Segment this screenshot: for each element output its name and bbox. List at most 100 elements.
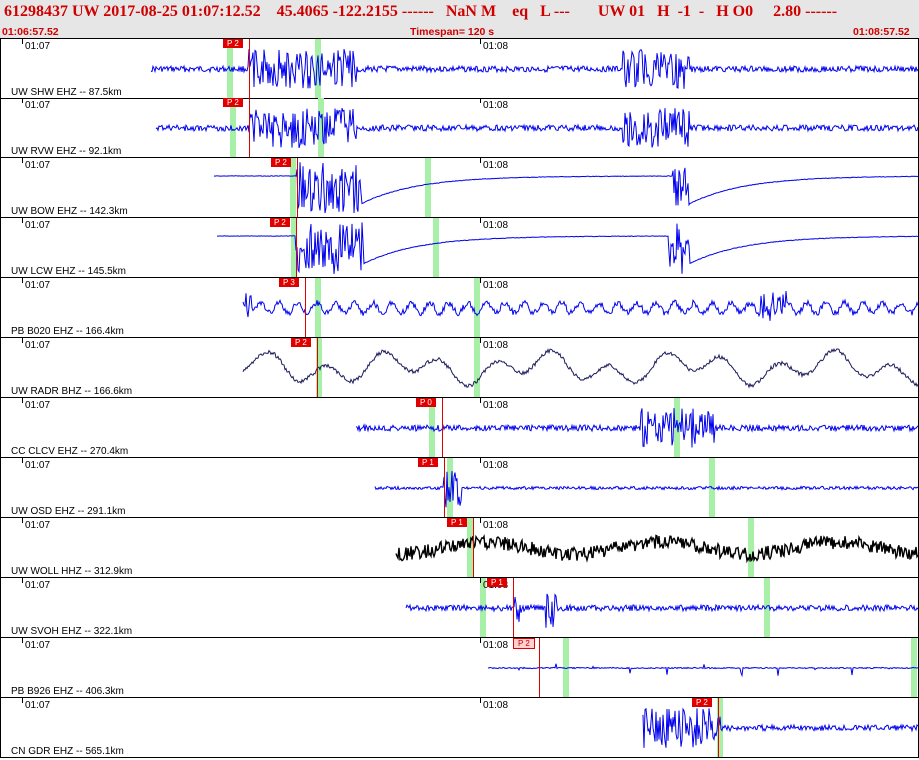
time-tick-mark <box>22 278 23 283</box>
time-tick-label: 01:08 <box>483 700 509 711</box>
waveform <box>213 162 918 214</box>
trace-panel[interactable]: 01:07 01:08 P 2 CN GDR EHZ -- 565.1km <box>0 698 919 758</box>
time-tick-label: 01:07 <box>25 100 51 111</box>
time-tick-mark <box>480 518 481 523</box>
time-tick-mark <box>22 338 23 343</box>
phase-pick-flag[interactable]: P 3 <box>279 278 299 287</box>
time-tick-label: 01:08 <box>483 340 509 351</box>
station-label: PB B020 EHZ -- 166.4km <box>11 326 124 337</box>
time-tick-mark <box>22 98 23 103</box>
phase-pick-line[interactable] <box>249 39 250 98</box>
start-time: 01:06:57.52 <box>2 26 59 38</box>
trace-panel[interactable]: 01:07 01:08 P 3 PB B020 EHZ -- 166.4km <box>0 278 919 338</box>
phase-pick-line[interactable] <box>473 518 474 577</box>
trace-panel[interactable]: 01:07 01:08 P 1 UW WOLL HHZ -- 312.9km <box>0 518 919 578</box>
waveform <box>405 593 918 628</box>
station-label: UW RVW EHZ -- 92.1km <box>11 146 122 157</box>
phase-pick-flag[interactable]: P 2 <box>692 698 712 707</box>
waveform-line <box>487 663 918 678</box>
time-tick-mark <box>480 98 481 103</box>
waveform-line <box>213 162 918 214</box>
time-tick-mark <box>22 698 23 703</box>
waveform <box>242 348 918 389</box>
phase-pick-line[interactable] <box>249 98 250 157</box>
time-tick-mark <box>480 698 481 703</box>
time-tick-mark <box>480 398 481 403</box>
trace-panel[interactable]: 01:07 01:08 P 2 UW BOW EHZ -- 142.3km <box>0 158 919 218</box>
waveform-line <box>395 533 918 564</box>
trace-panel[interactable]: 01:07 01:08 P 2 UW SHW EHZ -- 87.5km <box>0 38 919 99</box>
trace-panel[interactable]: 01:07 01:08 P 2 UW RADR BHZ -- 166.6km <box>0 338 919 398</box>
time-tick-label: 01:07 <box>25 220 51 231</box>
time-tick-mark <box>22 398 23 403</box>
time-tick-label: 01:07 <box>25 580 51 591</box>
time-tick-mark <box>22 578 23 583</box>
phase-pick-line[interactable] <box>317 338 318 397</box>
time-tick-label: 01:08 <box>483 100 509 111</box>
time-tick-label: 01:07 <box>25 700 51 711</box>
phase-pick-flag[interactable]: P 2 <box>513 638 535 649</box>
time-tick-label: 01:08 <box>483 280 509 291</box>
phase-pick-flag[interactable]: P 2 <box>271 158 291 167</box>
waveform <box>487 663 918 678</box>
time-tick-label: 01:07 <box>25 160 51 171</box>
time-tick-label: 01:08 <box>483 520 509 531</box>
waveform-line <box>242 348 918 389</box>
station-label: PB B926 EHZ -- 406.3km <box>11 686 124 697</box>
time-tick-label: 01:07 <box>25 520 51 531</box>
time-tick-mark <box>480 578 481 583</box>
station-label: UW LCW EHZ -- 145.5km <box>11 266 127 277</box>
event-header: 61298437 UW 2017-08-25 01:07:12.52 45.40… <box>0 0 919 39</box>
station-label: CN GDR EHZ -- 565.1km <box>11 746 124 757</box>
phase-pick-line[interactable] <box>539 638 540 697</box>
phase-pick-line[interactable] <box>444 458 445 517</box>
waveform <box>217 222 918 274</box>
station-label: UW RADR BHZ -- 166.6km <box>11 386 133 397</box>
phase-pick-line[interactable] <box>296 218 297 277</box>
phase-pick-flag[interactable]: P 2 <box>223 39 243 48</box>
time-tick-label: 01:08 <box>483 220 509 231</box>
station-label: UW OSD EHZ -- 291.1km <box>11 506 126 517</box>
phase-pick-flag[interactable]: P 2 <box>270 218 290 227</box>
phase-pick-line[interactable] <box>718 698 719 757</box>
waveform-line <box>374 471 918 508</box>
phase-pick-line[interactable] <box>513 578 514 637</box>
timespan: Timespan= 120 s <box>410 26 495 38</box>
phase-pick-flag[interactable]: P 2 <box>291 338 311 347</box>
trace-panel[interactable]: 01:07 01:08 P 2 UW LCW EHZ -- 145.5km <box>0 218 919 278</box>
phase-pick-line[interactable] <box>305 278 306 337</box>
waveform <box>374 471 918 508</box>
waveform-line <box>242 290 918 321</box>
time-tick-label: 01:07 <box>25 340 51 351</box>
time-tick-label: 01:07 <box>25 280 51 291</box>
waveform-line <box>155 108 918 148</box>
time-tick-mark <box>22 158 23 163</box>
time-tick-mark <box>22 518 23 523</box>
trace-panel[interactable]: 01:07 01:08 P 2 PB B926 EHZ -- 406.3km <box>0 638 919 698</box>
waveform <box>155 108 918 148</box>
phase-pick-line[interactable] <box>442 398 443 457</box>
phase-pick-flag[interactable]: P 1 <box>418 458 438 467</box>
time-tick-label: 01:08 <box>483 400 509 411</box>
phase-pick-flag[interactable]: P 1 <box>487 578 507 587</box>
time-tick-label: 01:08 <box>483 41 509 52</box>
waveform-line <box>642 707 918 748</box>
time-tick-mark <box>22 458 23 463</box>
phase-pick-flag[interactable]: P 0 <box>416 398 436 407</box>
waveform-line <box>355 408 918 448</box>
time-tick-mark <box>480 638 481 643</box>
end-time: 01:08:57.52 <box>853 26 910 38</box>
time-tick-mark <box>480 278 481 283</box>
phase-pick-line[interactable] <box>297 158 298 217</box>
station-label: UW WOLL HHZ -- 312.9km <box>11 566 133 577</box>
time-tick-label: 01:07 <box>25 640 51 651</box>
waveform <box>242 290 918 321</box>
phase-pick-flag[interactable]: P 2 <box>223 98 243 107</box>
time-tick-label: 01:08 <box>483 160 509 171</box>
time-tick-mark <box>22 218 23 223</box>
trace-panel[interactable]: 01:0701:08P 1UW SVOH EHZ -- 322.1km <box>0 578 919 638</box>
trace-panel[interactable]: 01:07 01:08 P 0 CC CLCV EHZ -- 270.4km <box>0 398 919 458</box>
trace-panel[interactable]: 01:07 01:08 P 1 UW OSD EHZ -- 291.1km <box>0 458 919 518</box>
trace-panel[interactable]: 01:07 01:08 P 2 UW RVW EHZ -- 92.1km <box>0 98 919 158</box>
phase-pick-flag[interactable]: P 1 <box>447 518 467 527</box>
